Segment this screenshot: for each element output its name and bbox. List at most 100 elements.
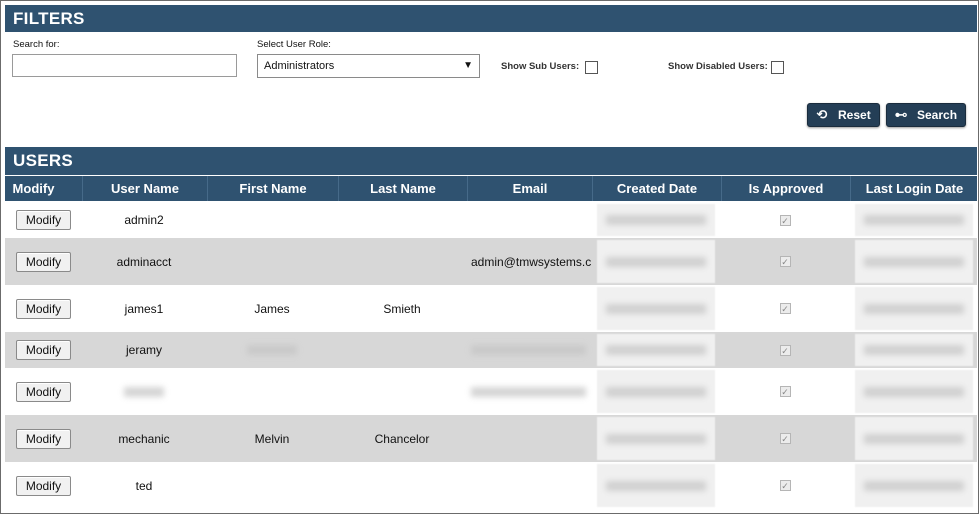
last-name-cell: [338, 462, 466, 509]
redacted-block: [854, 417, 973, 460]
last-login-cell: [850, 368, 977, 415]
redacted-block: [863, 345, 964, 355]
last-login-cell: [850, 332, 977, 368]
username-text: jeramy: [125, 343, 162, 357]
modify-button[interactable]: Modify: [16, 210, 71, 230]
redacted-block: [597, 334, 715, 366]
redacted-block: [854, 287, 973, 330]
email-cell: [467, 332, 595, 368]
username-cell: jeramy: [82, 332, 206, 368]
first-name-cell: [207, 238, 337, 285]
col-user-name[interactable]: User Name: [82, 176, 207, 201]
search-button-label: Search: [917, 108, 958, 122]
approved-checkbox: ✓: [779, 256, 791, 267]
users-table-header: Modify User Name First Name Last Name Em…: [5, 176, 977, 201]
redacted-block: [863, 386, 964, 397]
col-modify[interactable]: Modify: [5, 176, 62, 201]
redacted-block: [863, 303, 964, 314]
is-approved-cell: ✓: [721, 332, 849, 368]
first-name-cell: James: [207, 285, 337, 332]
col-last-login-date[interactable]: Last Login Date: [850, 176, 978, 201]
col-email[interactable]: Email: [467, 176, 592, 201]
modify-cell: Modify: [5, 238, 82, 285]
redacted-block: [597, 204, 715, 236]
is-approved-cell: ✓: [721, 415, 849, 462]
username-text: adminacct: [116, 254, 172, 269]
col-first-name[interactable]: First Name: [207, 176, 338, 201]
role-label: Select User Role:: [257, 39, 331, 50]
redacted-block: [606, 256, 706, 267]
show-sub-users-label: Show Sub Users:: [501, 61, 580, 72]
first-name-cell: [207, 332, 337, 368]
created-date-cell: [592, 202, 720, 238]
last-name-text: Chancelor: [374, 431, 430, 446]
show-sub-users-checkbox[interactable]: [585, 61, 598, 74]
redacted-block: [597, 287, 715, 330]
is-approved-cell: ✓: [721, 285, 849, 332]
redacted-block: [597, 417, 715, 460]
username-text: mechanic: [118, 431, 170, 446]
redacted-block: [471, 345, 586, 355]
modify-button[interactable]: Modify: [16, 298, 71, 319]
last-name-cell: [338, 368, 466, 415]
redacted-block: [854, 204, 973, 236]
redacted-block: [606, 215, 706, 225]
first-name-cell: [207, 368, 337, 415]
reset-button-label: Reset: [838, 108, 871, 122]
col-created-date[interactable]: Created Date: [592, 176, 721, 201]
username-cell: [82, 368, 206, 415]
is-approved-cell: ✓: [721, 462, 849, 509]
table-row: Modify adminacct admin@tmwsystems.c ✓: [5, 238, 977, 285]
role-select-value: Administrators: [264, 60, 335, 72]
modify-cell: Modify: [5, 285, 82, 332]
search-input[interactable]: [12, 54, 237, 77]
table-row: Modify jeramy ✓: [5, 332, 977, 368]
email-cell: [467, 285, 595, 332]
redacted-block: [597, 240, 715, 283]
redacted-block: [606, 480, 706, 491]
email-cell: [467, 462, 595, 509]
user-role-select[interactable]: Administrators ▼: [257, 54, 480, 78]
modify-button[interactable]: Modify: [16, 340, 71, 360]
refresh-icon: ⟲: [816, 107, 828, 122]
last-name-cell: [338, 202, 466, 238]
username-cell: ted: [82, 462, 206, 509]
created-date-cell: [592, 462, 720, 509]
created-date-cell: [592, 415, 720, 462]
redacted-block: [597, 370, 715, 413]
approved-checkbox: ✓: [779, 480, 791, 491]
first-name-cell: Melvin: [207, 415, 337, 462]
redacted-block: [597, 464, 715, 507]
show-disabled-users-label: Show Disabled Users:: [668, 61, 768, 72]
dropdown-arrow-icon: ▼: [463, 60, 473, 71]
last-name-cell: [338, 238, 466, 285]
modify-button[interactable]: Modify: [16, 428, 71, 449]
search-label: Search for:: [13, 39, 60, 50]
col-last-name[interactable]: Last Name: [338, 176, 467, 201]
created-date-cell: [592, 332, 720, 368]
redacted-block: [606, 303, 706, 314]
table-row: Modify james1 James Smieth ✓: [5, 285, 977, 332]
redacted-block: [854, 464, 973, 507]
username-cell: adminacct: [82, 238, 206, 285]
modify-button[interactable]: Modify: [16, 381, 71, 402]
redacted-block: [606, 345, 706, 355]
redacted-block: [471, 386, 586, 397]
email-cell: [467, 202, 595, 238]
modify-button[interactable]: Modify: [16, 251, 71, 272]
modify-button[interactable]: Modify: [16, 475, 71, 496]
approved-checkbox: ✓: [779, 433, 791, 444]
username-text: admin2: [124, 213, 164, 227]
redacted-block: [606, 433, 706, 444]
redacted-block: [863, 256, 964, 267]
reset-button[interactable]: ⟲ Reset: [807, 103, 880, 127]
table-row: Modify ✓: [5, 368, 977, 415]
col-is-approved[interactable]: Is Approved: [721, 176, 850, 201]
last-login-cell: [850, 202, 977, 238]
search-button[interactable]: ⊷ Search: [886, 103, 966, 127]
created-date-cell: [592, 368, 720, 415]
last-login-cell: [850, 285, 977, 332]
modify-cell: Modify: [5, 368, 82, 415]
show-disabled-users-checkbox[interactable]: [771, 61, 784, 74]
email-cell: admin@tmwsystems.c: [467, 238, 595, 285]
